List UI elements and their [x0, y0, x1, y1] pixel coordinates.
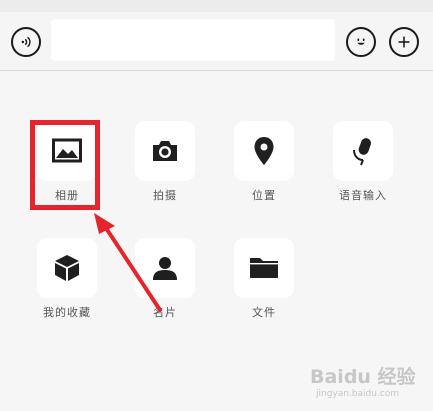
- more-button[interactable]: [389, 27, 419, 57]
- plus-icon: [398, 36, 410, 48]
- location-pin-icon: [254, 137, 274, 165]
- tool-location-label: 位置: [252, 189, 276, 202]
- folder-icon: [250, 258, 278, 278]
- message-input[interactable]: [51, 19, 335, 61]
- chat-input-bar: [0, 12, 433, 71]
- camera-icon: [153, 141, 177, 161]
- favorites-cube-icon: [55, 255, 79, 281]
- tool-favorites[interactable]: [37, 238, 97, 298]
- tool-voice-input-label: 语音输入: [339, 189, 387, 202]
- smiley-icon: [357, 38, 365, 45]
- tool-file-label: 文件: [252, 306, 276, 319]
- tool-file[interactable]: [234, 238, 294, 298]
- tool-contact-card[interactable]: [135, 238, 195, 298]
- top-status-strip: [0, 0, 433, 12]
- tool-album-label: 相册: [55, 189, 79, 202]
- emoji-button[interactable]: [346, 27, 376, 57]
- contact-card-icon: [153, 257, 177, 280]
- voice-button[interactable]: [11, 27, 41, 57]
- photo-album-icon: [52, 138, 82, 163]
- voice-wave-icon: [21, 36, 31, 48]
- tool-location[interactable]: [234, 121, 294, 181]
- microphone-icon: [353, 138, 372, 166]
- tool-voice-input[interactable]: [333, 121, 393, 181]
- tool-contact-card-label: 名片: [153, 306, 177, 319]
- tool-favorites-label: 我的收藏: [43, 306, 91, 319]
- tool-camera[interactable]: [135, 121, 195, 181]
- tool-camera-label: 拍摄: [153, 189, 177, 202]
- tool-album[interactable]: [37, 121, 97, 181]
